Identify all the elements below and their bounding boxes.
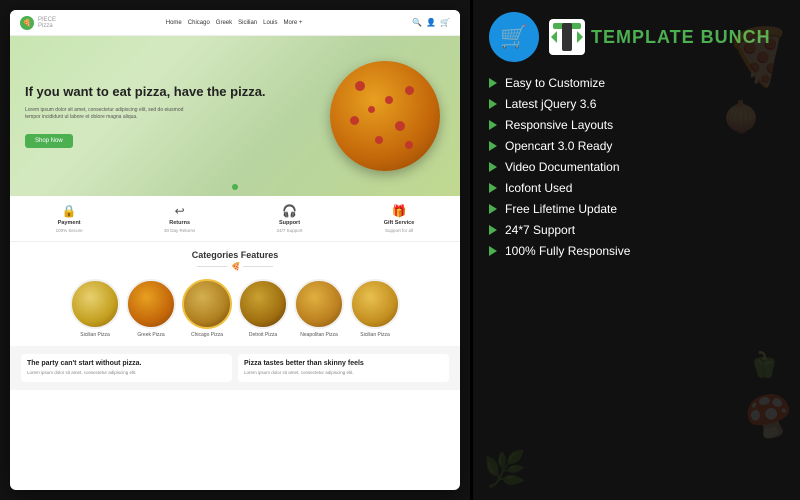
pizza-name-2: Chicago Pizza (191, 332, 223, 338)
hero-text: If you want to eat pizza, have the pizza… (25, 84, 445, 148)
nav-greek[interactable]: Greek (216, 20, 232, 26)
logo-icon: 🍕 (20, 16, 34, 30)
bottom-section: The party can't start without pizza. Lor… (10, 346, 460, 390)
returns-icon: ↩ (175, 204, 185, 218)
pizza-card-4: Neapolitan Pizza (294, 279, 344, 338)
slider-dot[interactable] (232, 184, 238, 190)
bg-doodles: 🍕 🍄 🌿 🧅 🫑 (473, 0, 800, 500)
bottom-card-0: The party can't start without pizza. Lor… (21, 354, 232, 382)
pizza-img-1 (126, 279, 176, 329)
pizza-card-2: Chicago Pizza (182, 279, 232, 338)
feature-gift-title: Gift Service (384, 220, 415, 226)
site-nav: Home Chicago Greek Sicilian Louis More + (166, 20, 303, 26)
hero-desc: Lorem ipsum dolor sit amet, consectetur … (25, 107, 185, 121)
pizza-grid: Sicilian Pizza Greek Pizza Chicago Pizza… (18, 279, 452, 338)
pizza-name-4: Neapolitan Pizza (300, 332, 338, 338)
pizza-card-5: Sicilian Pizza (350, 279, 400, 338)
divider-left (197, 266, 227, 268)
nav-chicago[interactable]: Chicago (188, 20, 210, 26)
pizza-name-0: Sicilian Pizza (80, 332, 109, 338)
divider-icon: 🍕 (230, 262, 240, 271)
bottom-card-0-title: The party can't start without pizza. (27, 360, 226, 367)
pizza-img-4 (294, 279, 344, 329)
categories-title: Categories Features (18, 250, 452, 260)
shop-now-button[interactable]: Shop Now (25, 134, 73, 148)
pizza-name-1: Greek Pizza (137, 332, 164, 338)
cart-icon[interactable]: 🛒 (440, 18, 450, 27)
right-panel: 🍕 🍄 🌿 🧅 🫑 🛒 TEMPLATE BUNCH (473, 0, 800, 500)
feature-returns-title: Returns (169, 220, 190, 226)
feature-gift: 🎁 Gift Service Support for all (384, 204, 415, 233)
hero-section: If you want to eat pizza, have the pizza… (10, 36, 460, 196)
logo-text: PIECE Pizza (38, 17, 56, 29)
feature-support-title: Support (279, 220, 300, 226)
categories-section: Categories Features 🍕 Sicilian Pizza Gre… (10, 242, 460, 346)
hero-title: If you want to eat pizza, have the pizza… (25, 84, 445, 101)
support-icon: 🎧 (282, 204, 297, 218)
pizza-img-3 (238, 279, 288, 329)
pizza-img-0 (70, 279, 120, 329)
payment-icon: 🔒 (62, 204, 77, 218)
nav-louis[interactable]: Louis (263, 20, 277, 26)
feature-returns: ↩ Returns 30 Day Returns (164, 204, 195, 233)
feature-payment: 🔒 Payment 100% Secure (56, 204, 83, 233)
pizza-name-3: Detroit Pizza (249, 332, 277, 338)
bottom-card-1-title: Pizza tastes better than skinny feels (244, 360, 443, 367)
website-preview: 🍕 PIECE Pizza Home Chicago Greek Sicilia… (10, 10, 460, 490)
gift-icon: 🎁 (392, 204, 407, 218)
nav-more[interactable]: More + (284, 20, 303, 26)
left-panel: 🍕 🍕 🍄 🍕 PIECE Pizza Home Chicago Greek S… (0, 0, 470, 500)
features-bar: 🔒 Payment 100% Secure ↩ Returns 30 Day R… (10, 196, 460, 242)
pizza-name-5: Sicilian Pizza (360, 332, 389, 338)
divider-right (243, 266, 273, 268)
pizza-card-1: Greek Pizza (126, 279, 176, 338)
bottom-card-0-text: Lorem ipsum dolor sit amet, consectetur … (27, 370, 226, 376)
bottom-card-1: Pizza tastes better than skinny feels Lo… (238, 354, 449, 382)
feature-support: 🎧 Support 24/7 Support (277, 204, 303, 233)
feature-support-sub: 24/7 Support (277, 228, 303, 233)
bottom-card-1-text: Lorem ipsum dolor sit amet, consectetur … (244, 370, 443, 376)
nav-sicilian[interactable]: Sicilian (238, 20, 257, 26)
user-icon[interactable]: 👤 (426, 18, 436, 27)
categories-divider: 🍕 (18, 262, 452, 271)
pizza-img-5 (350, 279, 400, 329)
nav-icons: 🔍 👤 🛒 (412, 18, 450, 27)
site-header: 🍕 PIECE Pizza Home Chicago Greek Sicilia… (10, 10, 460, 36)
search-icon[interactable]: 🔍 (412, 18, 422, 27)
feature-gift-sub: Support for all (385, 228, 413, 233)
feature-returns-sub: 30 Day Returns (164, 228, 195, 233)
nav-home[interactable]: Home (166, 20, 182, 26)
pizza-card-3: Detroit Pizza (238, 279, 288, 338)
pizza-card-0: Sicilian Pizza (70, 279, 120, 338)
site-logo: 🍕 PIECE Pizza (20, 16, 56, 30)
pizza-img-2 (182, 279, 232, 329)
feature-payment-title: Payment (58, 220, 81, 226)
feature-payment-sub: 100% Secure (56, 228, 83, 233)
